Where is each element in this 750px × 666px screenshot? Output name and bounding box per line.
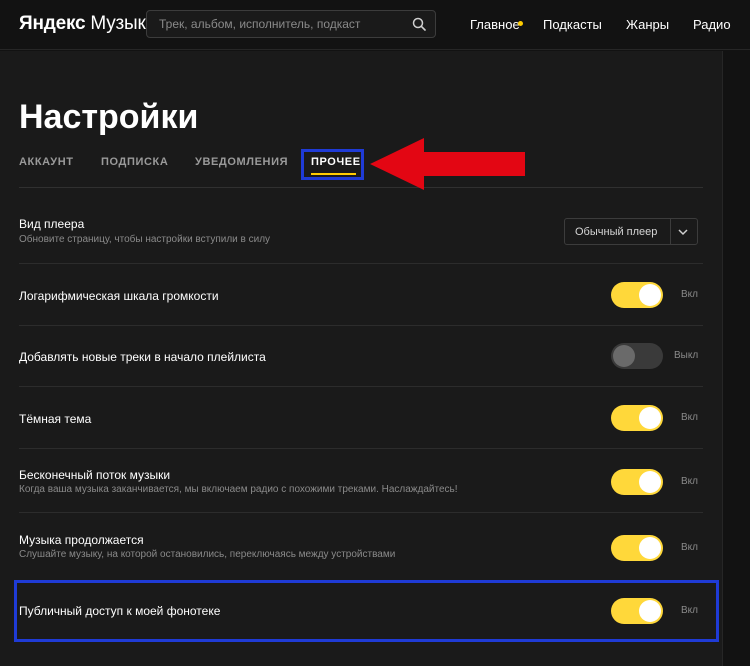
setting-dark-theme-title: Тёмная тема — [19, 412, 92, 426]
setting-log-volume-title: Логарифмическая шкала громкости — [19, 289, 219, 303]
nav-podcasts[interactable]: Подкасты — [543, 17, 602, 32]
top-header: ЯндексМузыка Главное Подкасты Жанры Ради… — [0, 0, 750, 50]
setting-music-continues-toggle[interactable] — [611, 535, 663, 561]
scrollbar[interactable] — [722, 51, 750, 666]
setting-new-tracks-first-state: Выкл — [674, 350, 699, 361]
toggle-knob — [639, 471, 661, 493]
nav-main[interactable]: Главное — [470, 17, 520, 32]
toggle-knob — [613, 345, 635, 367]
search-box — [146, 10, 436, 38]
setting-dark-theme-state: Вкл — [681, 412, 698, 423]
setting-endless-flow-title: Бесконечный поток музыки — [19, 468, 171, 482]
nav-radio[interactable]: Радио — [693, 17, 731, 32]
player-view-title: Вид плеера — [19, 217, 85, 231]
tab-account[interactable]: АККАУНТ — [19, 156, 74, 168]
toggle-knob — [639, 407, 661, 429]
search-icon[interactable] — [412, 17, 426, 31]
setting-music-continues-subtitle: Слушайте музыку, на которой остановились… — [19, 549, 396, 560]
row-divider — [19, 263, 703, 264]
setting-music-continues-state: Вкл — [681, 542, 698, 553]
nav-active-dot — [518, 21, 523, 26]
row-divider — [19, 512, 703, 513]
tab-subscription[interactable]: ПОДПИСКА — [101, 156, 168, 168]
nav-genres[interactable]: Жанры — [626, 17, 669, 32]
row-divider — [19, 448, 703, 449]
tabs-divider — [19, 187, 703, 188]
annotation-arrow-icon — [370, 138, 525, 190]
toggle-knob — [639, 284, 661, 306]
setting-log-volume-toggle[interactable] — [611, 282, 663, 308]
setting-endless-flow-subtitle: Когда ваша музыка заканчивается, мы вклю… — [19, 484, 458, 495]
player-view-subtitle: Обновите страницу, чтобы настройки вступ… — [19, 234, 271, 245]
row-divider — [19, 386, 703, 387]
page-title: Настройки — [19, 98, 199, 136]
setting-new-tracks-first-toggle[interactable] — [611, 343, 663, 369]
dropdown-separator — [670, 219, 671, 244]
setting-endless-flow-toggle[interactable] — [611, 469, 663, 495]
chevron-down-icon[interactable] — [677, 226, 689, 238]
setting-music-continues-title: Музыка продолжается — [19, 533, 144, 547]
player-view-selected: Обычный плеер — [575, 226, 658, 238]
tab-notifications[interactable]: УВЕДОМЛЕНИЯ — [195, 156, 288, 168]
setting-new-tracks-first-title: Добавлять новые треки в начало плейлиста — [19, 350, 266, 364]
setting-log-volume-state: Вкл — [681, 289, 698, 300]
yandex-music-logo[interactable]: Яндекс Музыка — [19, 13, 157, 35]
setting-dark-theme-toggle[interactable] — [611, 405, 663, 431]
row-divider — [19, 325, 703, 326]
annotation-box-tab — [301, 149, 364, 180]
annotation-box-public-library — [14, 580, 719, 642]
player-view-select[interactable]: Обычный плеер — [564, 218, 698, 245]
toggle-knob — [639, 537, 661, 559]
search-input[interactable] — [159, 11, 409, 37]
logo-brand: Яндекс — [19, 13, 86, 34]
setting-endless-flow-state: Вкл — [681, 476, 698, 487]
